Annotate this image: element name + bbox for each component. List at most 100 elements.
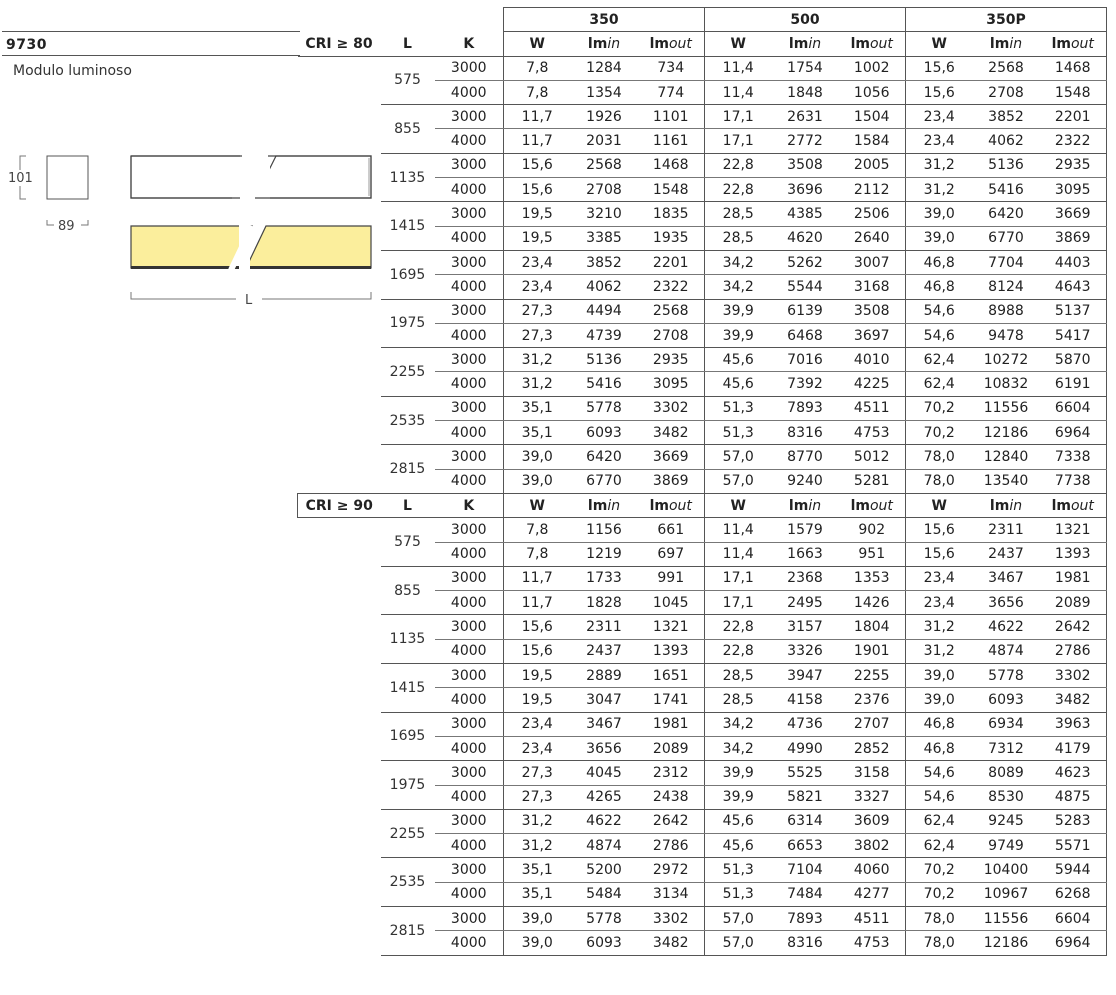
- table-row: 1415 3000 19,5 3210 1835 28,5 4385 2506 39,0 6420…: [298, 201, 1107, 251]
- kelvin-cell: 4000: [434, 736, 504, 762]
- value-cell: 9478: [972, 323, 1040, 349]
- value-cell: 28,5: [704, 687, 772, 713]
- length-cell: 2255: [380, 809, 435, 859]
- value-cell: 70,2: [905, 420, 973, 446]
- col-header-lm-in: lmin: [771, 31, 839, 57]
- value-cell: 9240: [771, 469, 839, 494]
- table-row: 575 3000 7,8 1284 734 11,4 1754 1002 15,6 2568 146…: [298, 56, 1107, 106]
- value-cell: 2089: [1039, 590, 1107, 616]
- kelvin-cell: 3000: [434, 566, 504, 592]
- value-cell: 1733: [570, 566, 638, 592]
- value-cell: 5821: [771, 785, 839, 810]
- table-row: 1975 3000 27,3 4494 2568 39,9 6139 3508 54,6 8988…: [298, 299, 1107, 349]
- value-cell: 5944: [1039, 857, 1107, 883]
- value-cell: 2568: [637, 299, 705, 324]
- value-cell: 4990: [771, 736, 839, 762]
- value-cell: 39,0: [905, 201, 973, 227]
- value-cell: 3210: [570, 201, 638, 227]
- height-label: 101: [8, 171, 33, 186]
- lm-unit: lm: [989, 35, 1010, 52]
- value-cell: 3852: [972, 104, 1040, 130]
- value-cell: 23,4: [503, 250, 571, 276]
- value-cell: 11,7: [503, 128, 571, 154]
- value-cell: 5416: [972, 177, 1040, 203]
- value-cell: 2495: [771, 590, 839, 616]
- value-cell: 11,7: [503, 104, 571, 130]
- value-cell: 1754: [771, 56, 839, 81]
- value-cell: 4739: [570, 323, 638, 349]
- value-cell: 991: [637, 566, 705, 592]
- value-cell: 6139: [771, 299, 839, 324]
- kelvin-cell: 4000: [434, 128, 504, 154]
- col-header-watt: W: [704, 492, 772, 519]
- table-row: 1695 3000 23,4 3852 2201 34,2 5262 3007 46,8 7704…: [298, 250, 1107, 300]
- col-header-lm-out: lmout: [637, 31, 705, 57]
- col-header-watt: W: [905, 31, 973, 57]
- kelvin-cell: 4000: [434, 882, 504, 907]
- value-cell: 3656: [972, 590, 1040, 616]
- value-cell: 2708: [637, 323, 705, 349]
- value-cell: 39,0: [503, 444, 571, 470]
- value-cell: 15,6: [503, 639, 571, 665]
- value-cell: 5262: [771, 250, 839, 276]
- cri-label: CRI ≥ 80: [297, 31, 381, 57]
- out-suffix: out: [1070, 35, 1094, 52]
- length-cell: 2815: [380, 444, 435, 494]
- value-cell: 57,0: [704, 930, 772, 956]
- table-row: 1415 3000 19,5 2889 1651 28,5 3947 2255 39,0 5778…: [298, 663, 1107, 713]
- value-cell: 1426: [838, 590, 906, 616]
- length-label: L: [245, 293, 253, 308]
- value-cell: 27,3: [503, 785, 571, 810]
- row-spacer: [298, 566, 381, 590]
- value-cell: 3947: [771, 663, 839, 689]
- table-row: 855 3000 11,7 1733 991 17,1 2368 1353 23,4 3467 19…: [298, 566, 1107, 616]
- value-cell: 4511: [838, 906, 906, 932]
- value-cell: 39,9: [704, 323, 772, 349]
- value-cell: 1393: [637, 639, 705, 665]
- value-cell: 1981: [637, 712, 705, 737]
- value-cell: 4620: [771, 226, 839, 251]
- value-cell: 1741: [637, 687, 705, 713]
- value-cell: 10272: [972, 347, 1040, 373]
- value-cell: 5525: [771, 760, 839, 786]
- value-cell: 6314: [771, 809, 839, 835]
- value-cell: 15,6: [503, 177, 571, 203]
- value-cell: 1828: [570, 590, 638, 616]
- header-spacer: [298, 8, 504, 32]
- value-cell: 3696: [771, 177, 839, 203]
- value-cell: 4277: [838, 882, 906, 907]
- value-cell: 8089: [972, 760, 1040, 786]
- value-cell: 6093: [570, 930, 638, 956]
- value-cell: 39,9: [704, 785, 772, 810]
- kelvin-cell: 4000: [434, 371, 504, 397]
- value-cell: 39,9: [704, 299, 772, 324]
- value-cell: 3482: [637, 420, 705, 446]
- value-cell: 23,4: [503, 712, 571, 737]
- value-cell: 17,1: [704, 590, 772, 616]
- value-cell: 661: [637, 517, 705, 543]
- kelvin-cell: 4000: [434, 590, 504, 616]
- value-cell: 6604: [1039, 396, 1107, 422]
- value-cell: 15,6: [905, 80, 973, 106]
- value-cell: 5778: [570, 906, 638, 932]
- value-cell: 3302: [637, 396, 705, 422]
- value-cell: 8316: [771, 420, 839, 446]
- row-spacer: [298, 542, 381, 566]
- lm-unit: lm: [587, 35, 608, 52]
- value-cell: 19,5: [503, 663, 571, 689]
- value-cell: 8124: [972, 274, 1040, 300]
- value-cell: 11556: [972, 396, 1040, 422]
- value-cell: 6093: [570, 420, 638, 446]
- value-cell: 3609: [838, 809, 906, 835]
- value-cell: 57,0: [704, 906, 772, 932]
- lm-unit: lm: [649, 497, 669, 514]
- col-header-lm-out: lmout: [1039, 31, 1107, 57]
- value-cell: 22,8: [704, 177, 772, 203]
- value-cell: 7738: [1039, 469, 1107, 494]
- value-cell: 2201: [1039, 104, 1107, 130]
- kelvin-cell: 4000: [434, 930, 504, 956]
- column-header-row: CRI ≥ 90 L K Wlmin lmout Wlmin lmout Wlmin lmout: [297, 492, 1107, 519]
- value-cell: 4158: [771, 687, 839, 713]
- value-cell: 1321: [1039, 517, 1107, 543]
- value-cell: 7312: [972, 736, 1040, 762]
